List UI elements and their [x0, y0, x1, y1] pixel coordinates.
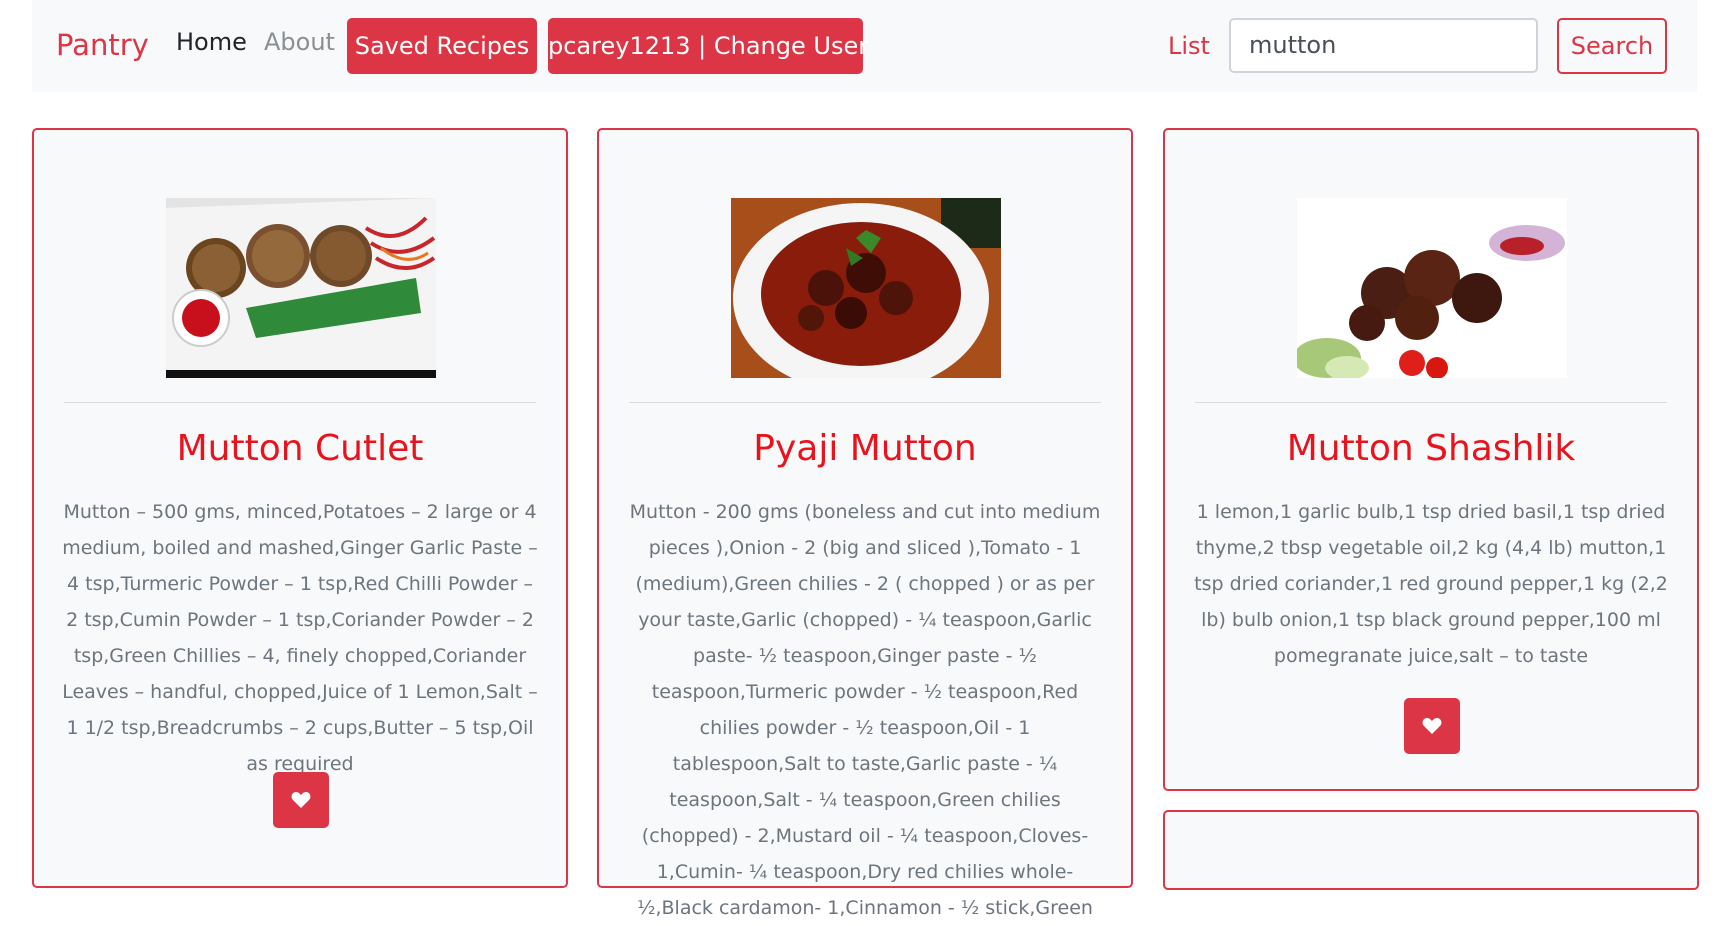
search-input[interactable]: mutton: [1229, 18, 1538, 73]
saved-recipes-button[interactable]: Saved Recipes: [347, 18, 537, 74]
nav-home-link[interactable]: Home: [176, 28, 247, 56]
recipe-ingredients: Mutton - 200 gms (boneless and cut into …: [629, 501, 1101, 919]
food-photo-icon: [1297, 198, 1567, 378]
recipe-title[interactable]: Mutton Shashlik: [1185, 428, 1677, 469]
card-divider: [1195, 402, 1667, 403]
nav-about-link[interactable]: About: [264, 28, 335, 56]
heart-icon: [291, 792, 311, 808]
search-button[interactable]: Search: [1557, 18, 1667, 74]
recipe-card: Mutton Shashlik 1 lemon,1 garlic bulb,1 …: [1163, 128, 1699, 791]
heart-icon: [1422, 718, 1442, 734]
save-recipe-button[interactable]: [273, 772, 329, 828]
save-recipe-button[interactable]: [1404, 698, 1460, 754]
food-photo-icon: [166, 198, 436, 378]
navbar: Pantry Home About Saved Recipes pcarey12…: [32, 0, 1697, 92]
change-user-button[interactable]: pcarey1213 | Change User: [548, 18, 868, 74]
brand-link[interactable]: Pantry: [56, 28, 149, 62]
recipe-card: Mutton Cutlet Mutton – 500 gms, minced,P…: [32, 128, 568, 888]
recipe-ingredients: Mutton – 500 gms, minced,Potatoes – 2 la…: [62, 501, 538, 775]
list-link[interactable]: List: [1168, 32, 1210, 60]
recipe-card: Pyaji Mutton Mutton - 200 gms (boneless …: [597, 128, 1133, 919]
recipe-ingredients: 1 lemon,1 garlic bulb,1 tsp dried basil,…: [1194, 501, 1668, 667]
card-divider: [64, 402, 536, 403]
recipe-title[interactable]: Pyaji Mutton: [619, 428, 1111, 469]
card-divider: [629, 402, 1101, 403]
recipe-title[interactable]: Mutton Cutlet: [54, 428, 546, 469]
recipe-card: [1163, 810, 1699, 890]
food-photo-icon: [731, 198, 1001, 378]
